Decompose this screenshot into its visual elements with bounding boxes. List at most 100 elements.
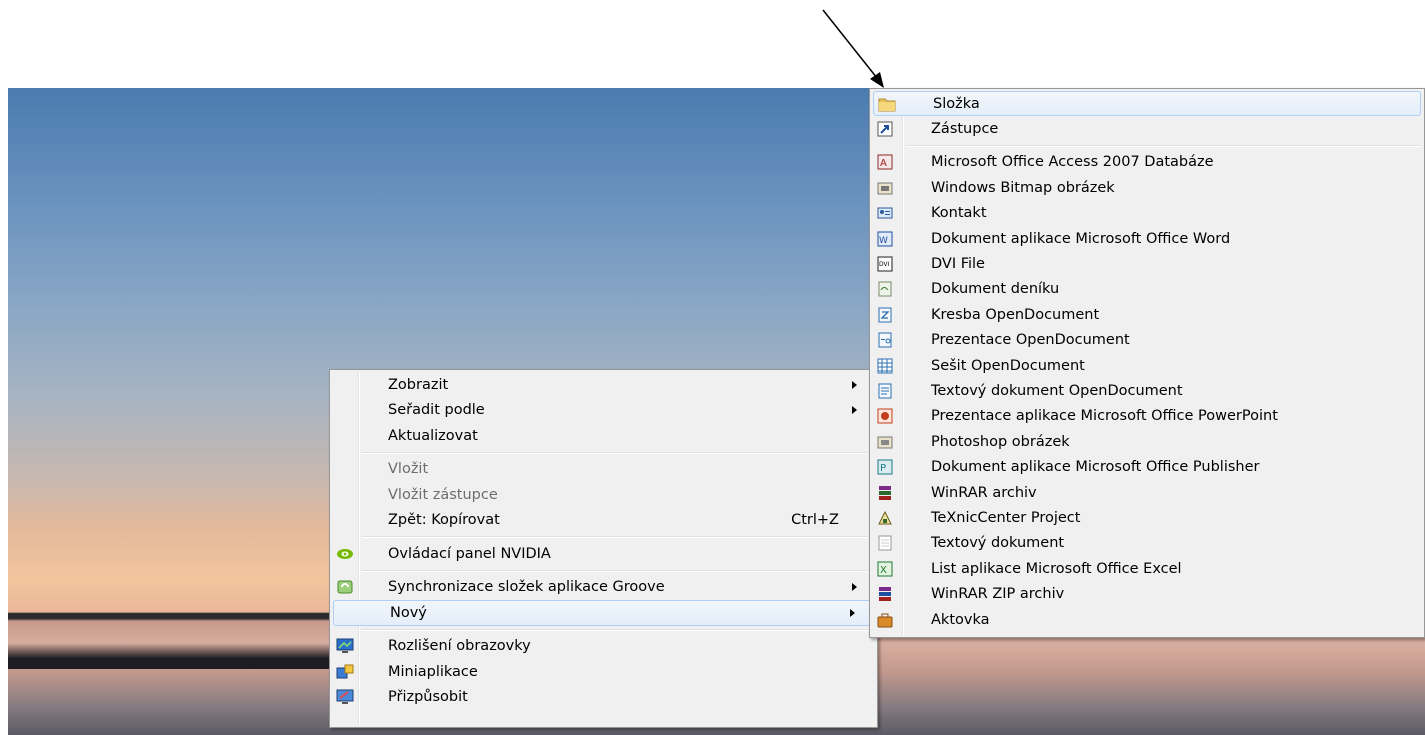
odt-icon	[876, 382, 894, 400]
menu-item-label: Prezentace OpenDocument	[931, 332, 1130, 349]
submenu-arrow-icon	[850, 608, 855, 617]
menu-separator	[872, 142, 1422, 150]
menu-item-label: Textový dokument OpenDocument	[931, 382, 1183, 399]
menu-item-label: Miniaplikace	[388, 663, 478, 680]
menu-item-view[interactable]: Zobrazit	[332, 372, 875, 398]
menu-item-label: Photoshop obrázek	[931, 433, 1070, 450]
folder-icon	[878, 95, 896, 113]
winrar-icon	[876, 484, 894, 502]
menu-item-label: Microsoft Office Access 2007 Databáze	[931, 154, 1214, 171]
menu-item-label: Seřadit podle	[388, 402, 485, 419]
desktop-context-menu: Zobrazit Seřadit podle Aktualizovat Vlož…	[329, 369, 878, 728]
menu-item-groove-sync[interactable]: Synchronizace složek aplikace Groove	[332, 575, 875, 601]
submenu-item-bitmap[interactable]: Windows Bitmap obrázek	[872, 175, 1422, 200]
menu-item-personalize[interactable]: Přizpůsobit	[332, 685, 875, 711]
menu-item-label: Windows Bitmap obrázek	[931, 179, 1115, 196]
text-icon	[876, 534, 894, 552]
menu-item-undo-copy[interactable]: Zpět: Kopírovat Ctrl+Z	[332, 508, 875, 534]
menu-item-label: Zástupce	[931, 121, 999, 138]
menu-item-label: Složka	[933, 95, 980, 112]
menu-item-label: Aktovka	[931, 611, 990, 628]
submenu-item-word-document[interactable]: W Dokument aplikace Microsoft Office Wor…	[872, 226, 1422, 251]
contact-icon	[876, 204, 894, 222]
submenu-item-opendocument-text[interactable]: Textový dokument OpenDocument	[872, 378, 1422, 403]
publisher-icon: P	[876, 458, 894, 476]
menu-item-gadgets[interactable]: Miniaplikace	[332, 659, 875, 685]
submenu-item-texniccenter-project[interactable]: TeXnicCenter Project	[872, 505, 1422, 530]
display-icon	[336, 637, 354, 655]
dvi-icon: DVI	[876, 255, 894, 273]
submenu-item-publisher-document[interactable]: P Dokument aplikace Microsoft Office Pub…	[872, 454, 1422, 479]
submenu-item-opendocument-spreadsheet[interactable]: Sešit OpenDocument	[872, 353, 1422, 378]
new-submenu: Složka Zástupce A Microsoft Office Acces…	[869, 88, 1425, 638]
menu-item-label: Vložit	[388, 461, 429, 478]
groove-icon	[336, 578, 354, 596]
submenu-item-winrar-archive[interactable]: WinRAR archiv	[872, 480, 1422, 505]
personalize-icon	[336, 688, 354, 706]
menu-item-label: List aplikace Microsoft Office Excel	[931, 560, 1182, 577]
menu-item-label: Vložit zástupce	[388, 486, 498, 503]
submenu-item-opendocument-presentation[interactable]: Prezentace OpenDocument	[872, 328, 1422, 353]
menu-item-label: Zpět: Kopírovat	[388, 512, 500, 529]
menu-item-label: Aktualizovat	[388, 427, 478, 444]
menu-separator	[332, 567, 875, 575]
submenu-arrow-icon	[852, 406, 857, 415]
svg-text:W: W	[879, 236, 888, 246]
menu-item-label: Kontakt	[931, 205, 987, 222]
submenu-item-journal-document[interactable]: Dokument deníku	[872, 277, 1422, 302]
submenu-item-text-document[interactable]: Textový dokument	[872, 531, 1422, 556]
menu-item-label: WinRAR archiv	[931, 484, 1037, 501]
shortcut-icon	[876, 120, 894, 138]
menu-item-label: Kresba OpenDocument	[931, 306, 1100, 323]
submenu-item-briefcase[interactable]: Aktovka	[872, 607, 1422, 632]
powerpoint-icon	[876, 407, 894, 425]
word-icon: W	[876, 230, 894, 248]
menu-item-label: Sešit OpenDocument	[931, 357, 1085, 374]
menu-separator	[332, 449, 875, 457]
submenu-item-access-database[interactable]: A Microsoft Office Access 2007 Databáze	[872, 150, 1422, 175]
odg-icon	[876, 306, 894, 324]
ods-icon	[876, 357, 894, 375]
svg-text:A: A	[880, 158, 887, 169]
menu-item-refresh[interactable]: Aktualizovat	[332, 423, 875, 449]
svg-text:DVI: DVI	[879, 261, 890, 268]
menu-item-label: DVI File	[931, 256, 985, 273]
menu-item-new[interactable]: Nový	[333, 600, 874, 626]
winrar-zip-icon	[876, 585, 894, 603]
submenu-arrow-icon	[852, 380, 857, 389]
submenu-item-opendocument-drawing[interactable]: Kresba OpenDocument	[872, 302, 1422, 327]
menu-item-label: TeXnicCenter Project	[931, 509, 1081, 526]
journal-icon	[876, 280, 894, 298]
menu-item-label: Synchronizace složek aplikace Groove	[388, 579, 665, 596]
menu-item-label: Rozlišení obrazovky	[388, 638, 531, 655]
menu-item-label: Zobrazit	[388, 376, 449, 393]
odp-icon	[876, 331, 894, 349]
submenu-item-folder[interactable]: Složka	[873, 91, 1421, 117]
submenu-item-excel-sheet[interactable]: X List aplikace Microsoft Office Excel	[872, 556, 1422, 581]
briefcase-icon	[876, 611, 894, 629]
menu-item-screen-resolution[interactable]: Rozlišení obrazovky	[332, 634, 875, 660]
menu-item-shortcut: Ctrl+Z	[791, 512, 839, 529]
submenu-item-winrar-zip-archive[interactable]: WinRAR ZIP archiv	[872, 581, 1422, 606]
menu-item-paste-shortcut: Vložit zástupce	[332, 482, 875, 508]
menu-item-label: Dokument aplikace Microsoft Office Word	[931, 230, 1231, 247]
menu-item-label: Přizpůsobit	[388, 689, 468, 706]
submenu-item-shortcut[interactable]: Zástupce	[872, 116, 1422, 141]
menu-item-paste: Vložit	[332, 457, 875, 483]
submenu-item-contact[interactable]: Kontakt	[872, 201, 1422, 226]
menu-item-label: Ovládací panel NVIDIA	[388, 545, 551, 562]
svg-text:P: P	[880, 463, 886, 474]
submenu-item-dvi-file[interactable]: DVI DVI File	[872, 251, 1422, 276]
svg-text:X: X	[880, 565, 887, 576]
submenu-arrow-icon	[852, 583, 857, 592]
menu-separator	[332, 533, 875, 541]
menu-item-label: WinRAR ZIP archiv	[931, 586, 1065, 603]
nvidia-icon	[336, 545, 354, 563]
photoshop-icon	[876, 433, 894, 451]
menu-item-sort-by[interactable]: Seřadit podle	[332, 398, 875, 424]
menu-item-label: Dokument aplikace Microsoft Office Publi…	[931, 459, 1260, 476]
submenu-item-photoshop-image[interactable]: Photoshop obrázek	[872, 429, 1422, 454]
menu-item-label: Prezentace aplikace Microsoft Office Pow…	[931, 408, 1278, 425]
menu-item-nvidia-control-panel[interactable]: Ovládací panel NVIDIA	[332, 541, 875, 567]
submenu-item-powerpoint-presentation[interactable]: Prezentace aplikace Microsoft Office Pow…	[872, 404, 1422, 429]
